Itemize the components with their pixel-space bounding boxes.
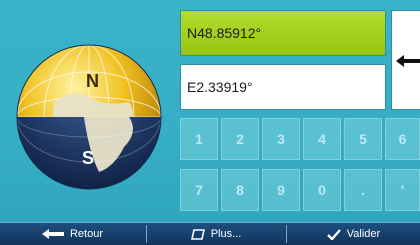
key-dot[interactable]: . — [344, 169, 382, 211]
back-button-label: Retour — [69, 228, 104, 240]
menu-icon — [190, 228, 205, 240]
globe-icon: N S — [16, 44, 162, 190]
globe-hemisphere-toggle[interactable]: N S — [14, 42, 164, 197]
backspace-button[interactable] — [391, 10, 420, 110]
key-0[interactable]: 0 — [303, 169, 341, 211]
confirm-button-label: Valider — [346, 228, 381, 240]
bottom-toolbar: Retour Plus... Valider — [0, 222, 420, 245]
back-arrow-icon — [41, 229, 64, 239]
key-9[interactable]: 9 — [262, 169, 300, 211]
confirm-button[interactable]: Valider — [287, 223, 420, 245]
back-button[interactable]: Retour — [0, 223, 145, 245]
globe-north-label: N — [86, 71, 99, 91]
key-1[interactable]: 1 — [180, 118, 218, 160]
key-7[interactable]: 7 — [180, 169, 218, 211]
longitude-field[interactable]: E2.33919° — [180, 64, 386, 110]
checkmark-icon — [326, 228, 341, 240]
key-8[interactable]: 8 — [221, 169, 259, 211]
more-button[interactable]: Plus... — [147, 223, 285, 245]
key-apostrophe[interactable]: ' — [385, 169, 420, 211]
key-3[interactable]: 3 — [262, 118, 300, 160]
key-5[interactable]: 5 — [344, 118, 382, 160]
key-2[interactable]: 2 — [221, 118, 259, 160]
globe-south-label: S — [82, 148, 94, 168]
latitude-field[interactable]: N48.85912° — [180, 10, 386, 56]
key-4[interactable]: 4 — [303, 118, 341, 160]
more-button-label: Plus... — [210, 228, 242, 240]
arrow-left-icon — [396, 55, 420, 67]
key-6[interactable]: 6 — [385, 118, 420, 160]
